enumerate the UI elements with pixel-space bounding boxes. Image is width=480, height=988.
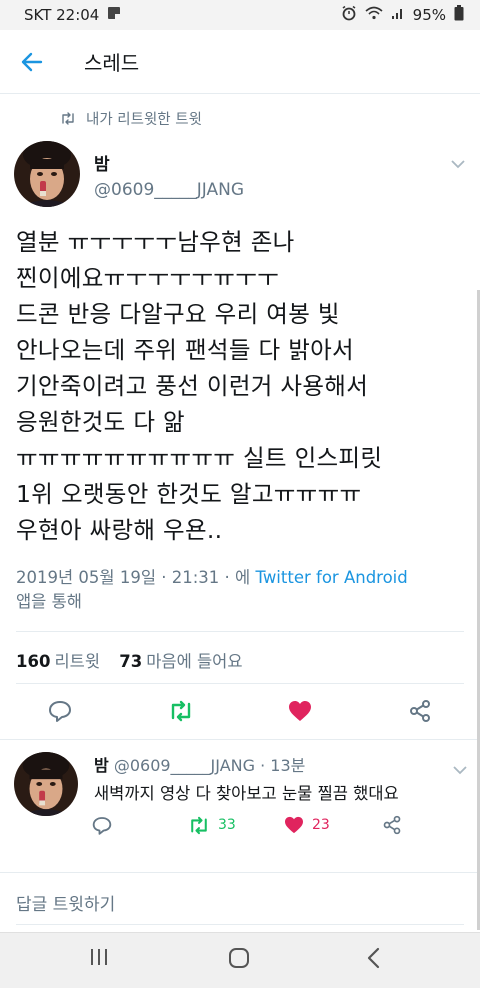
status-bar: SKT 22:04 95% — [0, 0, 480, 30]
reply-tweet[interactable]: 밤 @0609_____JJANG · 13분 새벽까지 영상 다 찾아보고 눈… — [94, 752, 464, 804]
tweet-line: 1위 오랫동안 한것도 알고ㅠㅠㅠㅠ — [16, 480, 362, 508]
retweet-button[interactable] — [168, 691, 194, 731]
notification-icon — [107, 6, 121, 24]
divider — [16, 924, 464, 925]
likes-label: 마음에 들어요 — [146, 652, 243, 671]
like-button[interactable] — [288, 691, 312, 731]
share-button[interactable] — [408, 691, 432, 731]
tweet-line: 열분 ㅠㅜㅜㅜㅜ남우현 존나 — [16, 228, 295, 256]
divider — [16, 683, 464, 684]
retweet-context: 내가 리트윗한 트윗 — [60, 108, 202, 129]
back-button[interactable] — [0, 30, 64, 94]
author-handle[interactable]: @0609_____JJANG — [94, 180, 244, 200]
tweet-source-link[interactable]: Twitter for Android — [255, 568, 407, 587]
avatar-image — [14, 141, 80, 207]
recent-apps-button[interactable] — [88, 947, 128, 975]
reply-compose-field[interactable]: 답글 트윗하기 — [16, 890, 115, 915]
tweet-line: 안나오는데 주위 팬석들 다 밝아서 — [16, 336, 354, 364]
battery-percent: 95% — [412, 6, 446, 24]
tweet-meta: 2019년 05월 19일 · 21:31 · 에 Twitter for An… — [16, 566, 466, 614]
reply-actions: 33 23 — [0, 805, 480, 845]
reply-menu-button[interactable] — [452, 760, 468, 779]
divider — [0, 739, 480, 740]
tweet-actions — [0, 691, 480, 731]
reply-text: 새벽까지 영상 다 찾아보고 눈물 찔끔 했대요 — [94, 784, 399, 803]
reply-like-button[interactable]: 23 — [284, 805, 330, 845]
divider — [16, 631, 464, 632]
carrier-time: SKT 22:04 — [24, 6, 100, 24]
retweet-context-label: 내가 리트윗한 트윗 — [86, 112, 202, 128]
reply-icon — [49, 701, 71, 722]
retweet-icon — [191, 816, 207, 834]
recent-apps-icon — [91, 949, 107, 965]
home-button[interactable] — [228, 947, 268, 975]
heart-icon — [289, 701, 311, 721]
reply-share-button[interactable] — [382, 805, 402, 845]
reply-like-count: 23 — [312, 817, 330, 833]
share-icon — [410, 700, 430, 722]
home-icon — [229, 948, 249, 968]
tweet-line: 응원한것도 다 앎 — [16, 408, 185, 436]
avatar[interactable] — [14, 141, 80, 207]
reply-retweet-count: 33 — [218, 817, 236, 833]
reply-button[interactable] — [48, 691, 72, 731]
tweet-menu-button[interactable] — [450, 154, 466, 173]
reply-reply-button[interactable] — [92, 805, 112, 845]
tweet-timestamp: 2019년 05월 19일 · 21:31 · 에 — [16, 568, 251, 587]
chevron-left-icon — [367, 947, 380, 969]
battery-icon — [454, 5, 464, 25]
retweet-icon — [62, 112, 74, 125]
signal-icon — [391, 6, 405, 24]
tweet-line: 찐이에요ㅠㅜㅜㅜㅜㅠㅜㅜ — [16, 264, 280, 292]
heart-icon — [285, 816, 303, 834]
tweet-line: ㅠㅠㅠㅠㅠㅠㅠㅠㅠㅠ 실트 인스피릿 — [16, 444, 383, 472]
author-name[interactable]: 밤 — [94, 150, 110, 175]
tweet-source-suffix: 앱을 통해 — [16, 592, 82, 611]
tweet-text: 열분 ㅠㅜㅜㅜㅜ남우현 존나 찐이에요ㅠㅜㅜㅜㅜㅠㅜㅜ 드콘 반응 다알구요 우… — [16, 224, 466, 548]
system-back-button[interactable] — [366, 947, 406, 975]
reply-author-name: 밤 — [94, 756, 109, 775]
chevron-down-icon — [453, 766, 467, 775]
tweet-line: 드콘 반응 다알구요 우리 여봉 빛 — [16, 300, 340, 328]
back-arrow-icon — [21, 52, 43, 71]
alarm-icon — [341, 5, 357, 25]
retweets-stat[interactable]: 160 리트윗 — [16, 652, 100, 671]
reply-icon — [92, 816, 112, 835]
likes-count: 73 — [119, 652, 143, 671]
reply-retweet-button[interactable]: 33 — [188, 805, 236, 845]
retweet-icon — [171, 700, 191, 722]
tweet-line: 기안죽이려고 풍선 이런거 사용해서 — [16, 372, 369, 400]
system-nav-bar — [0, 932, 480, 988]
retweets-count: 160 — [16, 652, 51, 671]
share-icon — [383, 815, 401, 835]
likes-stat[interactable]: 73 마음에 들어요 — [119, 652, 242, 671]
wifi-icon — [365, 6, 383, 24]
app-bar: 스레드 — [0, 30, 480, 94]
divider — [0, 872, 480, 873]
tweet-line: 우현아 싸랑해 우욘.. — [16, 516, 223, 544]
reply-author-handle: @0609_____JJANG · 13분 — [113, 756, 306, 775]
retweets-label: 리트윗 — [54, 652, 100, 671]
page-title: 스레드 — [84, 51, 140, 75]
chevron-down-icon — [451, 160, 465, 169]
tweet-stats: 160 리트윗 73 마음에 들어요 — [16, 648, 243, 672]
